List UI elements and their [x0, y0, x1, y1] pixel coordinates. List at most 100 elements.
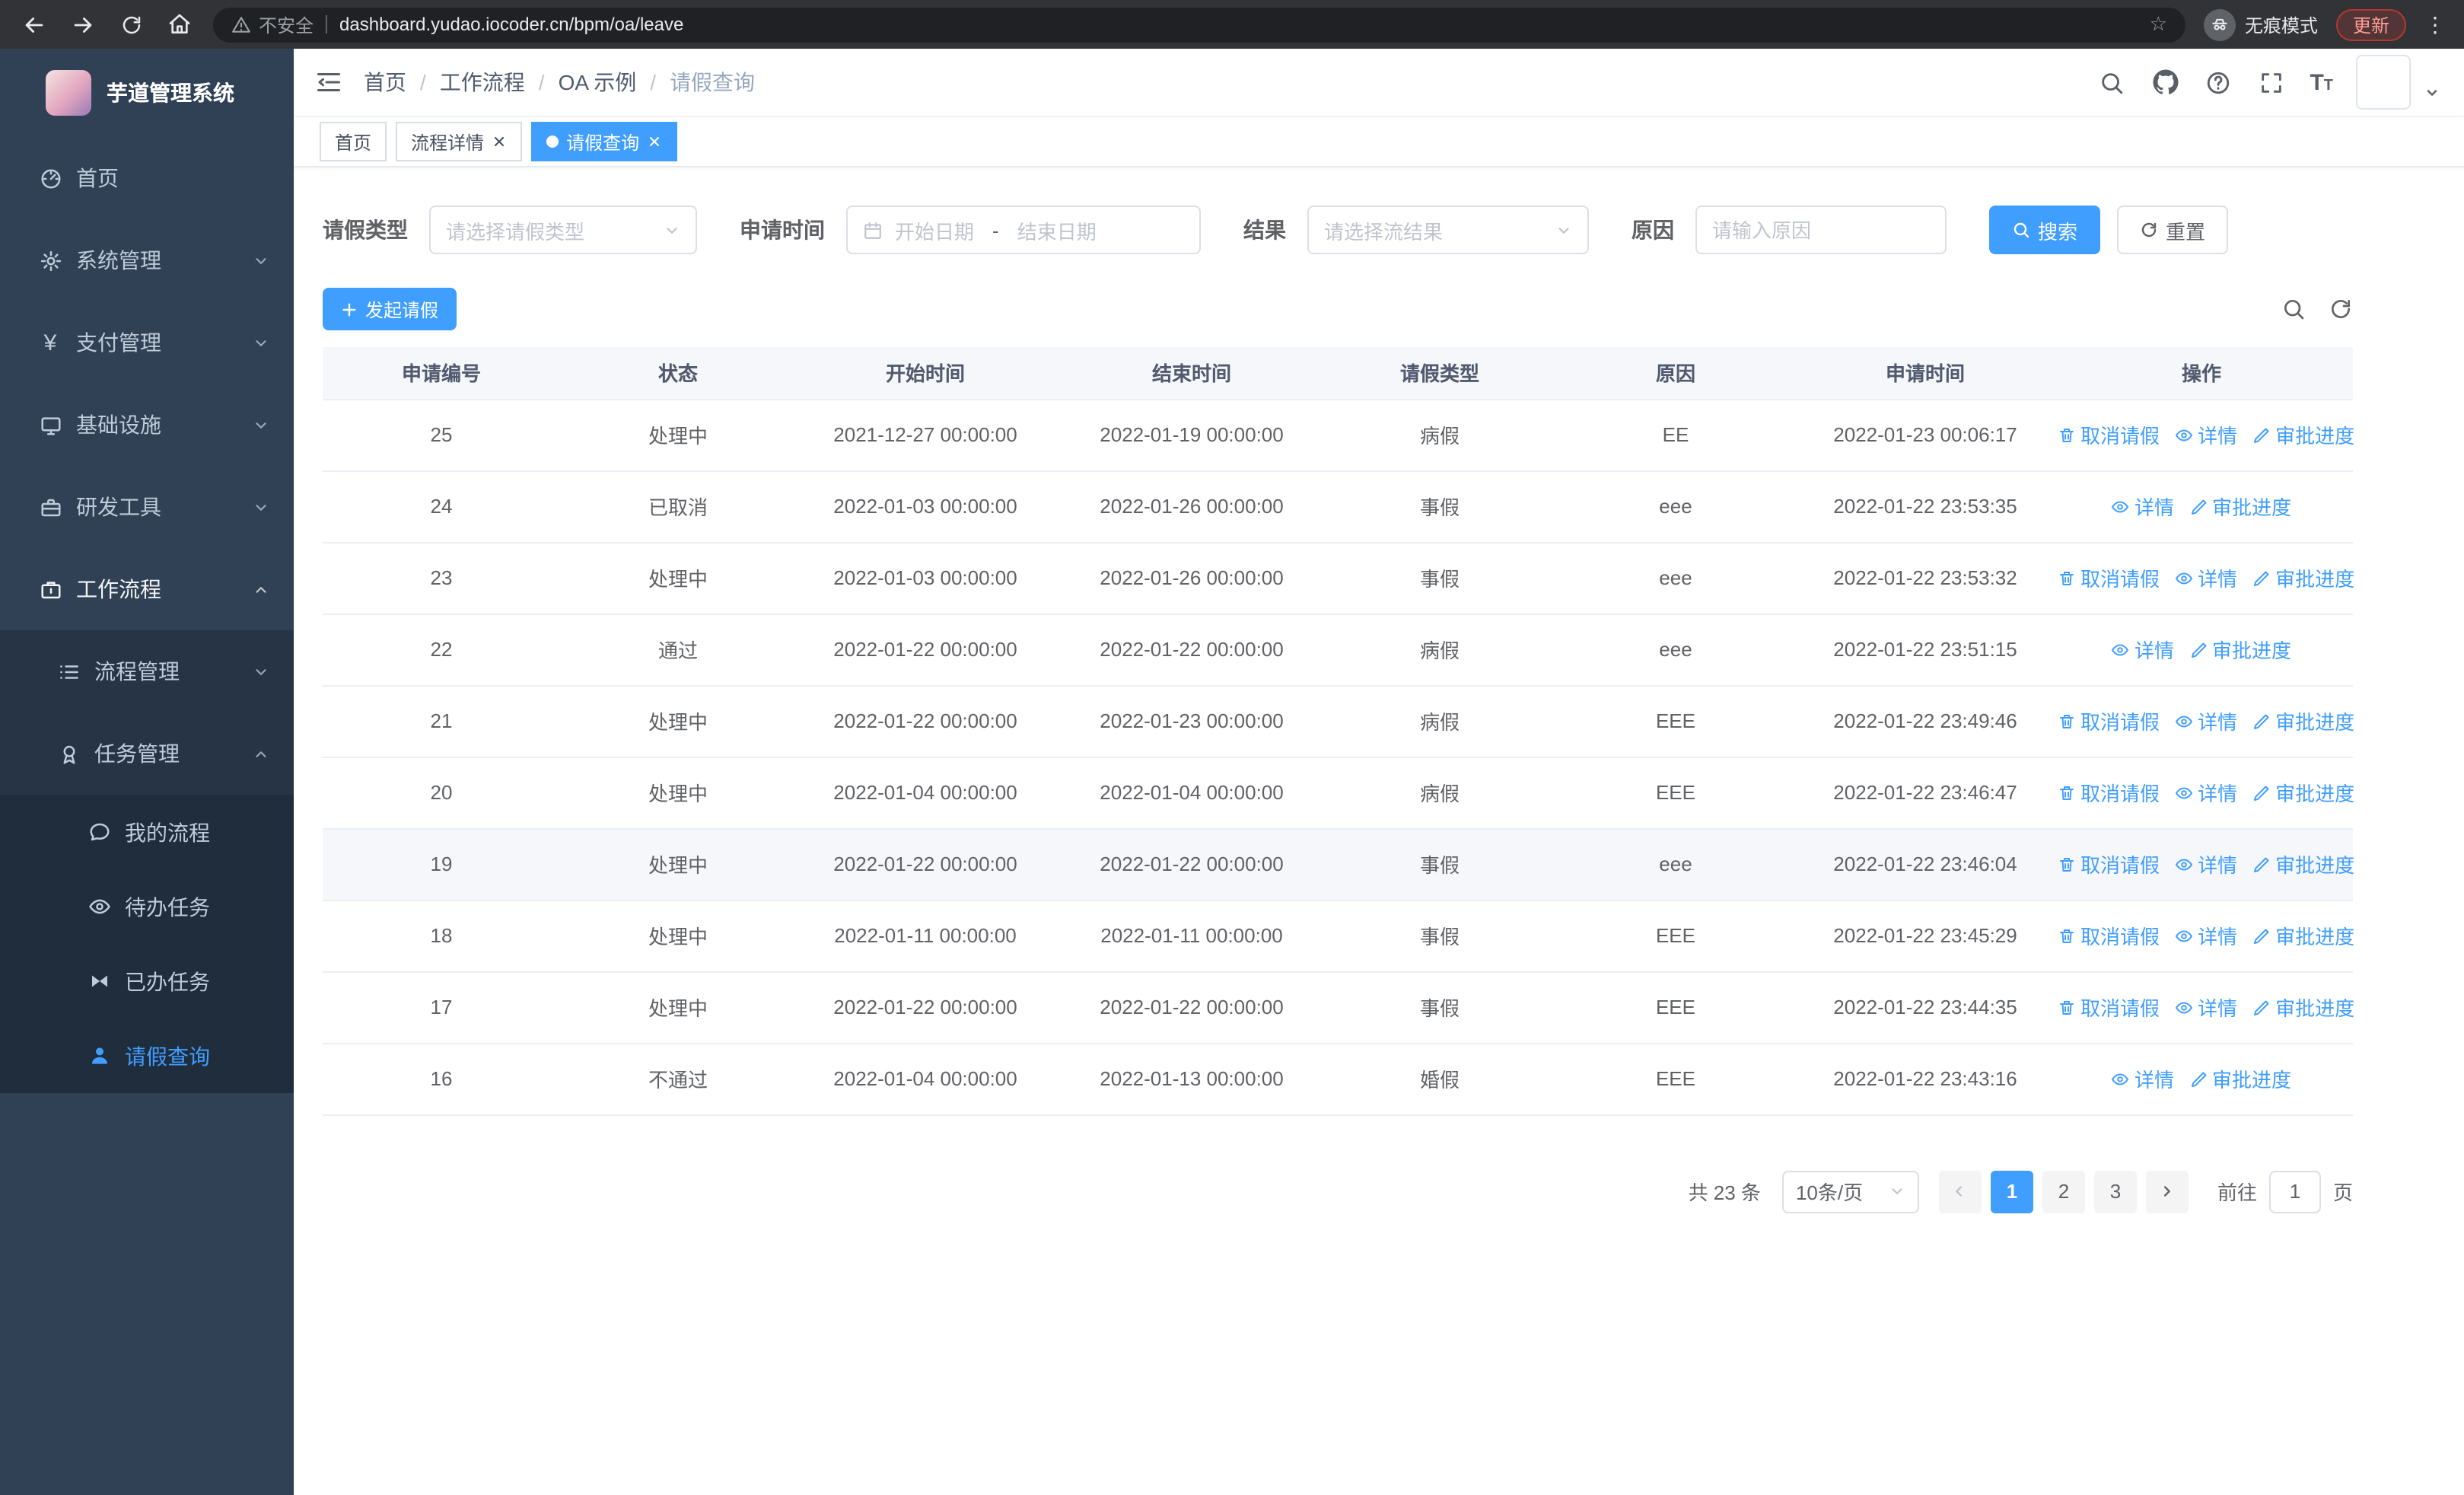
back-icon[interactable] — [18, 9, 49, 40]
approval-progress-link[interactable]: 审批进度 — [2252, 706, 2354, 735]
sidebar-item-system[interactable]: 系统管理 — [0, 219, 294, 301]
cancel-leave-link[interactable]: 取消请假 — [2058, 850, 2160, 878]
sidebar-item-payment[interactable]: ¥ 支付管理 — [0, 301, 294, 384]
page-3-button[interactable]: 3 — [2093, 1170, 2137, 1213]
apply-time-range-picker[interactable]: 开始日期 - 结束日期 — [846, 206, 1201, 254]
chevron-down-icon[interactable] — [2424, 85, 2440, 100]
reset-button[interactable]: 重置 — [2117, 206, 2229, 254]
url-text[interactable]: dashboard.yudao.iocoder.cn/bpm/oa/leave — [339, 14, 683, 35]
help-icon[interactable] — [2203, 67, 2233, 97]
detail-link[interactable]: 详情 — [2175, 850, 2237, 878]
tab-home[interactable]: 首页 — [320, 122, 387, 161]
sidebar-item-my-process[interactable]: 我的流程 — [0, 795, 294, 869]
address-bar[interactable]: 不安全 dashboard.yudao.iocoder.cn/bpm/oa/le… — [213, 7, 2185, 42]
reason-input[interactable] — [1712, 218, 1930, 241]
next-page-button[interactable] — [2145, 1170, 2189, 1213]
close-icon[interactable] — [647, 134, 662, 149]
tags-bar: 首页 流程详情 请假查询 — [294, 117, 2464, 167]
detail-link[interactable]: 详情 — [2112, 635, 2174, 664]
create-leave-button[interactable]: 发起请假 — [323, 288, 457, 330]
detail-link[interactable]: 详情 — [2112, 492, 2174, 521]
approval-progress-link[interactable]: 审批进度 — [2189, 635, 2291, 664]
sidebar-item-label: 支付管理 — [76, 330, 161, 355]
detail-link[interactable]: 详情 — [2175, 921, 2237, 950]
sidebar-item-workflow[interactable]: 工作流程 — [0, 548, 294, 630]
approval-progress-link[interactable]: 审批进度 — [2252, 778, 2354, 807]
font-size-icon[interactable]: TT — [2310, 69, 2333, 95]
breadcrumb-item[interactable]: 工作流程 — [440, 67, 525, 97]
fullscreen-icon[interactable] — [2256, 67, 2287, 97]
reload-icon[interactable] — [116, 9, 146, 40]
cancel-leave-link[interactable]: 取消请假 — [2058, 420, 2160, 449]
cell-reason: eee — [1551, 542, 1800, 614]
cell-leave-type: 病假 — [1329, 614, 1551, 686]
detail-link[interactable]: 详情 — [2175, 563, 2237, 592]
leave-type-select[interactable]: 请选择请假类型 — [429, 206, 697, 254]
app-logo[interactable]: 芋道管理系统 — [0, 49, 294, 137]
sidebar-item-todo-tasks[interactable]: 待办任务 — [0, 869, 294, 944]
tab-process-detail[interactable]: 流程详情 — [396, 122, 523, 161]
detail-link[interactable]: 详情 — [2112, 1064, 2174, 1093]
cell-leave-type: 事假 — [1329, 900, 1551, 972]
cell-status: 处理中 — [560, 685, 796, 757]
approval-progress-link[interactable]: 审批进度 — [2252, 993, 2354, 1022]
reset-button-label: 重置 — [2166, 220, 2206, 243]
bookmark-star-icon[interactable]: ☆ — [2150, 12, 2167, 37]
apply-time-label: 申请时间 — [740, 218, 825, 242]
refresh-table-icon[interactable] — [2327, 296, 2353, 322]
toggle-search-icon[interactable] — [2280, 296, 2306, 322]
avatar[interactable] — [2356, 55, 2411, 110]
prev-page-button[interactable] — [1938, 1170, 1982, 1213]
search-icon[interactable] — [2096, 67, 2127, 97]
cell-status: 处理中 — [560, 971, 796, 1044]
page-1-button[interactable]: 1 — [1990, 1170, 2033, 1213]
detail-link[interactable]: 详情 — [2175, 706, 2237, 735]
sidebar-item-done-tasks[interactable]: 已办任务 — [0, 944, 294, 1018]
detail-link[interactable]: 详情 — [2175, 420, 2237, 449]
sidebar-item-leave-query[interactable]: 请假查询 — [0, 1018, 294, 1093]
goto-page-input[interactable] — [2268, 1170, 2321, 1213]
end-date-placeholder: 结束日期 — [1017, 220, 1097, 243]
cell-apply-time: 2022-01-22 23:53:32 — [1800, 542, 2050, 614]
sidebar-item-home[interactable]: 首页 — [0, 137, 294, 219]
security-warning[interactable]: 不安全 — [231, 11, 314, 37]
cell-apply-time: 2022-01-22 23:43:16 — [1800, 1043, 2050, 1115]
sidebar-toggle-icon[interactable] — [315, 69, 342, 96]
browser-update-button[interactable]: 更新 — [2335, 8, 2406, 40]
github-icon[interactable] — [2150, 67, 2180, 97]
detail-link[interactable]: 详情 — [2175, 993, 2237, 1022]
breadcrumb-item[interactable]: 首页 — [364, 67, 406, 97]
approval-progress-link[interactable]: 审批进度 — [2252, 850, 2354, 878]
cancel-leave-link[interactable]: 取消请假 — [2058, 993, 2160, 1022]
browser-menu-icon[interactable]: ⋮ — [2424, 11, 2446, 37]
page-2-button[interactable]: 2 — [2042, 1170, 2085, 1213]
browser-toolbar: 不安全 dashboard.yudao.iocoder.cn/bpm/oa/le… — [0, 0, 2464, 49]
sidebar-item-devtools[interactable]: 研发工具 — [0, 466, 294, 548]
close-icon[interactable] — [492, 134, 507, 149]
tab-leave-query[interactable]: 请假查询 — [531, 122, 678, 161]
page-size-select[interactable]: 10条/页 — [1781, 1170, 1919, 1213]
chevron-down-icon — [664, 222, 680, 238]
sidebar-item-task-management[interactable]: 任务管理 — [0, 712, 294, 795]
search-button[interactable]: 搜索 — [1989, 206, 2101, 254]
table-row: 20 处理中 2022-01-04 00:00:00 2022-01-04 00:00… — [323, 757, 2354, 829]
home-icon[interactable] — [164, 9, 195, 40]
approval-progress-link[interactable]: 审批进度 — [2252, 563, 2354, 592]
cancel-leave-link[interactable]: 取消请假 — [2058, 778, 2160, 807]
breadcrumb-item[interactable]: OA 示例 — [559, 67, 637, 97]
cancel-leave-link[interactable]: 取消请假 — [2058, 921, 2160, 950]
approval-progress-link[interactable]: 审批进度 — [2252, 420, 2354, 449]
approval-progress-link[interactable]: 审批进度 — [2189, 1064, 2291, 1093]
sidebar-item-process-management[interactable]: 流程管理 — [0, 630, 294, 712]
tab-label: 流程详情 — [411, 132, 485, 153]
cancel-leave-link[interactable]: 取消请假 — [2058, 706, 2160, 735]
cell-reason: eee — [1551, 828, 1800, 901]
cancel-leave-link[interactable]: 取消请假 — [2058, 563, 2160, 592]
forward-icon[interactable] — [67, 9, 97, 40]
approval-progress-link[interactable]: 审批进度 — [2252, 921, 2354, 950]
result-select[interactable]: 请选择流结果 — [1307, 206, 1589, 254]
sidebar-item-infrastructure[interactable]: 基础设施 — [0, 384, 294, 466]
approval-progress-link[interactable]: 审批进度 — [2189, 492, 2291, 521]
detail-link[interactable]: 详情 — [2175, 778, 2237, 807]
sidebar-item-label: 首页 — [76, 166, 119, 190]
